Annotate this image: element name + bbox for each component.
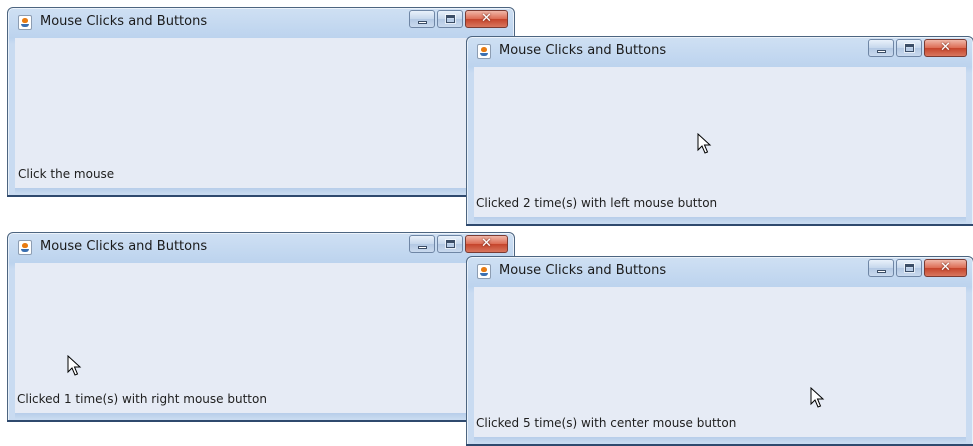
maximize-icon xyxy=(445,239,456,249)
status-label: Clicked 1 time(s) with right mouse butto… xyxy=(17,392,267,406)
close-button[interactable]: ✕ xyxy=(924,259,967,277)
minimize-button[interactable] xyxy=(868,259,894,277)
close-icon: ✕ xyxy=(940,40,951,55)
status-label: Click the mouse xyxy=(18,167,115,181)
maximize-button[interactable] xyxy=(896,259,922,277)
close-button[interactable]: ✕ xyxy=(465,10,508,28)
title-bar[interactable]: Mouse Clicks and Buttons ✕ xyxy=(8,8,514,38)
window-mouse-clicks-1[interactable]: Mouse Clicks and Buttons ✕ Click the mou… xyxy=(7,7,515,197)
window-controls: ✕ xyxy=(868,39,967,59)
title-bar[interactable]: Mouse Clicks and Buttons ✕ xyxy=(8,233,514,263)
window-mouse-clicks-3[interactable]: Mouse Clicks and Buttons ✕ Clicked 1 tim… xyxy=(7,232,515,422)
window-title: Mouse Clicks and Buttons xyxy=(499,43,667,58)
close-icon: ✕ xyxy=(481,236,492,251)
click-area[interactable]: Clicked 5 time(s) with center mouse butt… xyxy=(474,287,966,443)
minimize-icon xyxy=(877,270,886,273)
mouse-pointer-icon xyxy=(697,133,712,154)
minimize-icon xyxy=(418,21,427,24)
window-title: Mouse Clicks and Buttons xyxy=(40,14,208,29)
close-icon: ✕ xyxy=(481,11,492,26)
java-app-icon[interactable] xyxy=(477,264,491,279)
close-button[interactable]: ✕ xyxy=(924,39,967,57)
window-title: Mouse Clicks and Buttons xyxy=(40,239,208,254)
close-button[interactable]: ✕ xyxy=(465,235,508,253)
click-area[interactable]: Clicked 1 time(s) with right mouse butto… xyxy=(15,263,507,419)
minimize-icon xyxy=(418,246,427,249)
window-controls: ✕ xyxy=(409,235,508,255)
title-bar[interactable]: Mouse Clicks and Buttons ✕ xyxy=(467,257,973,287)
click-area[interactable]: Click the mouse xyxy=(15,38,507,194)
maximize-icon xyxy=(904,263,915,273)
maximize-button[interactable] xyxy=(437,235,463,253)
minimize-button[interactable] xyxy=(409,235,435,253)
minimize-icon xyxy=(877,50,886,53)
java-app-icon[interactable] xyxy=(18,15,32,30)
java-app-icon[interactable] xyxy=(477,44,491,59)
title-bar[interactable]: Mouse Clicks and Buttons ✕ xyxy=(467,37,973,67)
minimize-button[interactable] xyxy=(409,10,435,28)
window-controls: ✕ xyxy=(868,259,967,279)
window-mouse-clicks-4[interactable]: Mouse Clicks and Buttons ✕ Clicked 5 tim… xyxy=(466,256,973,446)
maximize-button[interactable] xyxy=(896,39,922,57)
window-mouse-clicks-2[interactable]: Mouse Clicks and Buttons ✕ Clicked 2 tim… xyxy=(466,36,973,226)
click-area[interactable]: Clicked 2 time(s) with left mouse button xyxy=(474,67,966,223)
minimize-button[interactable] xyxy=(868,39,894,57)
maximize-icon xyxy=(445,14,456,24)
status-label: Clicked 2 time(s) with left mouse button xyxy=(476,196,718,210)
close-icon: ✕ xyxy=(940,260,951,275)
maximize-button[interactable] xyxy=(437,10,463,28)
mouse-pointer-icon xyxy=(67,355,82,376)
java-app-icon[interactable] xyxy=(18,240,32,255)
window-title: Mouse Clicks and Buttons xyxy=(499,263,667,278)
mouse-pointer-icon xyxy=(810,387,825,408)
maximize-icon xyxy=(904,43,915,53)
window-controls: ✕ xyxy=(409,10,508,30)
status-label: Clicked 5 time(s) with center mouse butt… xyxy=(476,416,737,430)
